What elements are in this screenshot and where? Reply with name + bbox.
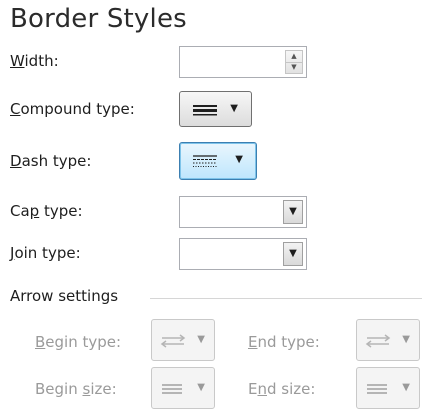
cap-type-label-text: type: bbox=[39, 202, 83, 220]
end-size-button[interactable]: ▼ bbox=[356, 367, 420, 409]
dash-type-label-mnemonic: D bbox=[10, 152, 22, 170]
begin-type-label: Begin type: bbox=[35, 333, 121, 351]
arrow-size-icon bbox=[162, 384, 182, 394]
end-size-label-mnemonic: n bbox=[257, 380, 267, 398]
begin-size-label-prefix: Begin bbox=[35, 380, 83, 398]
arrow-type-icon bbox=[365, 334, 391, 348]
panel-title: Border Styles bbox=[10, 4, 187, 34]
dash-lines-icon bbox=[193, 155, 217, 167]
dash-type-label-text: ash type: bbox=[21, 152, 92, 170]
compound-type-button[interactable]: ▼ bbox=[179, 91, 252, 127]
begin-type-button[interactable]: ▼ bbox=[151, 319, 215, 361]
begin-size-button[interactable]: ▼ bbox=[151, 367, 215, 409]
width-label-mnemonic: W bbox=[10, 52, 25, 70]
end-type-label-text: nd type: bbox=[257, 333, 320, 351]
dash-type-label: Dash type: bbox=[10, 152, 91, 170]
chevron-down-icon: ▼ bbox=[402, 382, 410, 393]
begin-type-label-mnemonic: B bbox=[35, 333, 46, 351]
cap-type-select[interactable]: ▼ bbox=[179, 196, 307, 228]
end-size-label-text: d size: bbox=[267, 380, 316, 398]
compound-type-label-mnemonic: C bbox=[10, 100, 21, 118]
width-spin-buttons: ▲ ▼ bbox=[285, 50, 303, 74]
join-type-label-text: oin type: bbox=[14, 244, 81, 262]
compound-type-label-text: ompound type: bbox=[20, 100, 135, 118]
compound-lines-icon bbox=[193, 105, 217, 116]
cap-type-label: Cap type: bbox=[10, 202, 83, 220]
width-label-text: idth: bbox=[24, 52, 59, 70]
end-type-button[interactable]: ▼ bbox=[356, 319, 420, 361]
chevron-down-icon: ▼ bbox=[235, 154, 243, 165]
chevron-down-icon: ▼ bbox=[230, 103, 238, 114]
arrow-type-icon bbox=[160, 334, 186, 348]
dash-type-button[interactable]: ▼ bbox=[179, 142, 257, 180]
arrow-settings-heading: Arrow settings bbox=[10, 287, 119, 305]
width-spinner-input[interactable]: ▲ ▼ bbox=[179, 46, 307, 78]
compound-type-label: Compound type: bbox=[10, 100, 135, 118]
begin-size-label-text: ize: bbox=[90, 380, 117, 398]
chevron-down-icon[interactable]: ▼ bbox=[283, 200, 303, 224]
chevron-down-icon: ▼ bbox=[402, 334, 410, 345]
begin-size-label: Begin size: bbox=[35, 380, 117, 398]
chevron-down-icon: ▼ bbox=[197, 382, 205, 393]
end-size-label: End size: bbox=[248, 380, 315, 398]
end-type-label: End type: bbox=[248, 333, 320, 351]
chevron-down-icon[interactable]: ▼ bbox=[283, 242, 303, 266]
width-label: Width: bbox=[10, 52, 59, 70]
cap-type-label-prefix: Ca bbox=[10, 202, 30, 220]
begin-type-label-text: egin type: bbox=[45, 333, 122, 351]
join-type-select[interactable]: ▼ bbox=[179, 238, 307, 270]
border-styles-panel: Border Styles Width: ▲ ▼ Compound type: … bbox=[0, 0, 422, 415]
spin-down-icon[interactable]: ▼ bbox=[286, 62, 302, 73]
arrow-size-icon bbox=[367, 384, 387, 394]
chevron-down-icon: ▼ bbox=[197, 334, 205, 345]
join-type-label: Join type: bbox=[10, 244, 81, 262]
cap-type-label-mnemonic: p bbox=[29, 202, 40, 220]
group-divider bbox=[150, 298, 422, 299]
